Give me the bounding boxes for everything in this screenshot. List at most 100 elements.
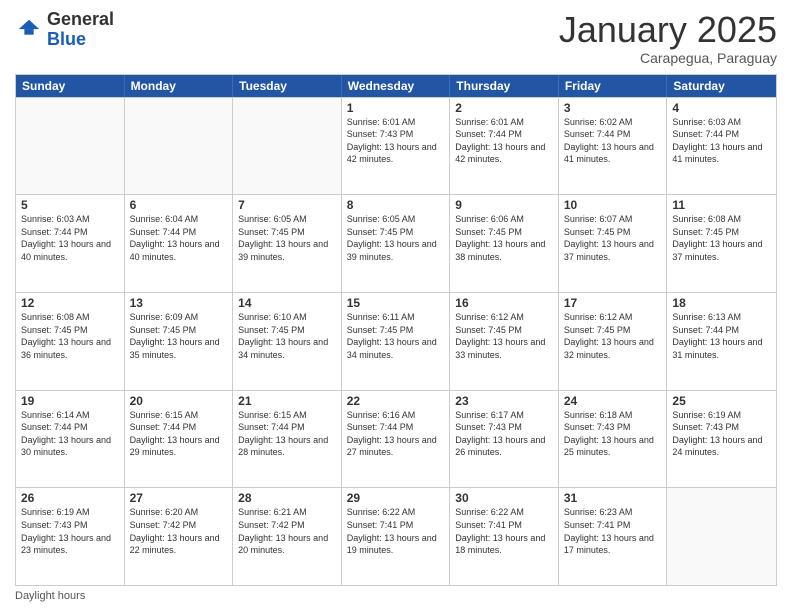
day-number: 3 [564,101,662,115]
day-cell-empty [667,488,776,585]
day-number: 1 [347,101,445,115]
calendar-header: SundayMondayTuesdayWednesdayThursdayFrid… [16,75,776,97]
day-number: 16 [455,296,553,310]
day-number: 2 [455,101,553,115]
day-cell-25: 25Sunrise: 6:19 AM Sunset: 7:43 PM Dayli… [667,391,776,488]
day-info: Sunrise: 6:02 AM Sunset: 7:44 PM Dayligh… [564,116,662,166]
day-cell-empty [125,98,234,195]
day-cell-15: 15Sunrise: 6:11 AM Sunset: 7:45 PM Dayli… [342,293,451,390]
footer-note: Daylight hours [15,590,777,602]
day-info: Sunrise: 6:01 AM Sunset: 7:43 PM Dayligh… [347,116,445,166]
day-number: 10 [564,198,662,212]
day-cell-23: 23Sunrise: 6:17 AM Sunset: 7:43 PM Dayli… [450,391,559,488]
header: General Blue January 2025 Carapegua, Par… [15,10,777,66]
day-info: Sunrise: 6:14 AM Sunset: 7:44 PM Dayligh… [21,409,119,459]
day-info: Sunrise: 6:19 AM Sunset: 7:43 PM Dayligh… [672,409,771,459]
day-number: 26 [21,491,119,505]
day-cell-5: 5Sunrise: 6:03 AM Sunset: 7:44 PM Daylig… [16,195,125,292]
day-info: Sunrise: 6:01 AM Sunset: 7:44 PM Dayligh… [455,116,553,166]
day-info: Sunrise: 6:16 AM Sunset: 7:44 PM Dayligh… [347,409,445,459]
day-number: 5 [21,198,119,212]
day-info: Sunrise: 6:10 AM Sunset: 7:45 PM Dayligh… [238,311,336,361]
day-number: 12 [21,296,119,310]
day-info: Sunrise: 6:12 AM Sunset: 7:45 PM Dayligh… [564,311,662,361]
day-number: 20 [130,394,228,408]
day-info: Sunrise: 6:04 AM Sunset: 7:44 PM Dayligh… [130,213,228,263]
day-cell-31: 31Sunrise: 6:23 AM Sunset: 7:41 PM Dayli… [559,488,668,585]
day-info: Sunrise: 6:22 AM Sunset: 7:41 PM Dayligh… [455,506,553,556]
logo-text: General Blue [47,10,114,50]
day-number: 13 [130,296,228,310]
day-info: Sunrise: 6:13 AM Sunset: 7:44 PM Dayligh… [672,311,771,361]
day-header-tuesday: Tuesday [233,75,342,97]
day-number: 18 [672,296,771,310]
day-info: Sunrise: 6:09 AM Sunset: 7:45 PM Dayligh… [130,311,228,361]
day-cell-8: 8Sunrise: 6:05 AM Sunset: 7:45 PM Daylig… [342,195,451,292]
calendar-row-4: 19Sunrise: 6:14 AM Sunset: 7:44 PM Dayli… [16,390,776,488]
day-info: Sunrise: 6:05 AM Sunset: 7:45 PM Dayligh… [347,213,445,263]
day-cell-7: 7Sunrise: 6:05 AM Sunset: 7:45 PM Daylig… [233,195,342,292]
day-number: 31 [564,491,662,505]
location: Carapegua, Paraguay [559,50,777,66]
calendar-row-5: 26Sunrise: 6:19 AM Sunset: 7:43 PM Dayli… [16,487,776,585]
title-area: January 2025 Carapegua, Paraguay [559,10,777,66]
day-info: Sunrise: 6:23 AM Sunset: 7:41 PM Dayligh… [564,506,662,556]
day-cell-2: 2Sunrise: 6:01 AM Sunset: 7:44 PM Daylig… [450,98,559,195]
day-number: 11 [672,198,771,212]
day-cell-empty [233,98,342,195]
day-info: Sunrise: 6:20 AM Sunset: 7:42 PM Dayligh… [130,506,228,556]
day-info: Sunrise: 6:21 AM Sunset: 7:42 PM Dayligh… [238,506,336,556]
day-number: 22 [347,394,445,408]
day-number: 14 [238,296,336,310]
day-number: 15 [347,296,445,310]
calendar: SundayMondayTuesdayWednesdayThursdayFrid… [15,74,777,586]
logo-icon [15,16,43,44]
day-info: Sunrise: 6:08 AM Sunset: 7:45 PM Dayligh… [21,311,119,361]
logo: General Blue [15,10,114,50]
day-header-monday: Monday [125,75,234,97]
month-title: January 2025 [559,10,777,50]
day-number: 6 [130,198,228,212]
day-cell-6: 6Sunrise: 6:04 AM Sunset: 7:44 PM Daylig… [125,195,234,292]
day-info: Sunrise: 6:22 AM Sunset: 7:41 PM Dayligh… [347,506,445,556]
day-cell-14: 14Sunrise: 6:10 AM Sunset: 7:45 PM Dayli… [233,293,342,390]
day-number: 25 [672,394,771,408]
day-number: 17 [564,296,662,310]
day-cell-29: 29Sunrise: 6:22 AM Sunset: 7:41 PM Dayli… [342,488,451,585]
day-info: Sunrise: 6:12 AM Sunset: 7:45 PM Dayligh… [455,311,553,361]
day-number: 4 [672,101,771,115]
day-header-wednesday: Wednesday [342,75,451,97]
day-info: Sunrise: 6:07 AM Sunset: 7:45 PM Dayligh… [564,213,662,263]
day-cell-28: 28Sunrise: 6:21 AM Sunset: 7:42 PM Dayli… [233,488,342,585]
day-cell-18: 18Sunrise: 6:13 AM Sunset: 7:44 PM Dayli… [667,293,776,390]
day-header-friday: Friday [559,75,668,97]
day-info: Sunrise: 6:03 AM Sunset: 7:44 PM Dayligh… [672,116,771,166]
day-number: 8 [347,198,445,212]
day-cell-empty [16,98,125,195]
day-cell-26: 26Sunrise: 6:19 AM Sunset: 7:43 PM Dayli… [16,488,125,585]
day-header-saturday: Saturday [667,75,776,97]
day-number: 30 [455,491,553,505]
day-cell-12: 12Sunrise: 6:08 AM Sunset: 7:45 PM Dayli… [16,293,125,390]
day-info: Sunrise: 6:15 AM Sunset: 7:44 PM Dayligh… [130,409,228,459]
day-cell-17: 17Sunrise: 6:12 AM Sunset: 7:45 PM Dayli… [559,293,668,390]
calendar-body: 1Sunrise: 6:01 AM Sunset: 7:43 PM Daylig… [16,97,776,585]
day-cell-20: 20Sunrise: 6:15 AM Sunset: 7:44 PM Dayli… [125,391,234,488]
day-cell-27: 27Sunrise: 6:20 AM Sunset: 7:42 PM Dayli… [125,488,234,585]
day-number: 29 [347,491,445,505]
day-info: Sunrise: 6:17 AM Sunset: 7:43 PM Dayligh… [455,409,553,459]
day-info: Sunrise: 6:15 AM Sunset: 7:44 PM Dayligh… [238,409,336,459]
day-cell-24: 24Sunrise: 6:18 AM Sunset: 7:43 PM Dayli… [559,391,668,488]
day-info: Sunrise: 6:05 AM Sunset: 7:45 PM Dayligh… [238,213,336,263]
day-info: Sunrise: 6:18 AM Sunset: 7:43 PM Dayligh… [564,409,662,459]
day-number: 7 [238,198,336,212]
day-cell-16: 16Sunrise: 6:12 AM Sunset: 7:45 PM Dayli… [450,293,559,390]
calendar-row-1: 1Sunrise: 6:01 AM Sunset: 7:43 PM Daylig… [16,97,776,195]
day-cell-22: 22Sunrise: 6:16 AM Sunset: 7:44 PM Dayli… [342,391,451,488]
day-header-thursday: Thursday [450,75,559,97]
day-info: Sunrise: 6:19 AM Sunset: 7:43 PM Dayligh… [21,506,119,556]
calendar-row-3: 12Sunrise: 6:08 AM Sunset: 7:45 PM Dayli… [16,292,776,390]
day-number: 27 [130,491,228,505]
day-cell-13: 13Sunrise: 6:09 AM Sunset: 7:45 PM Dayli… [125,293,234,390]
calendar-row-2: 5Sunrise: 6:03 AM Sunset: 7:44 PM Daylig… [16,194,776,292]
